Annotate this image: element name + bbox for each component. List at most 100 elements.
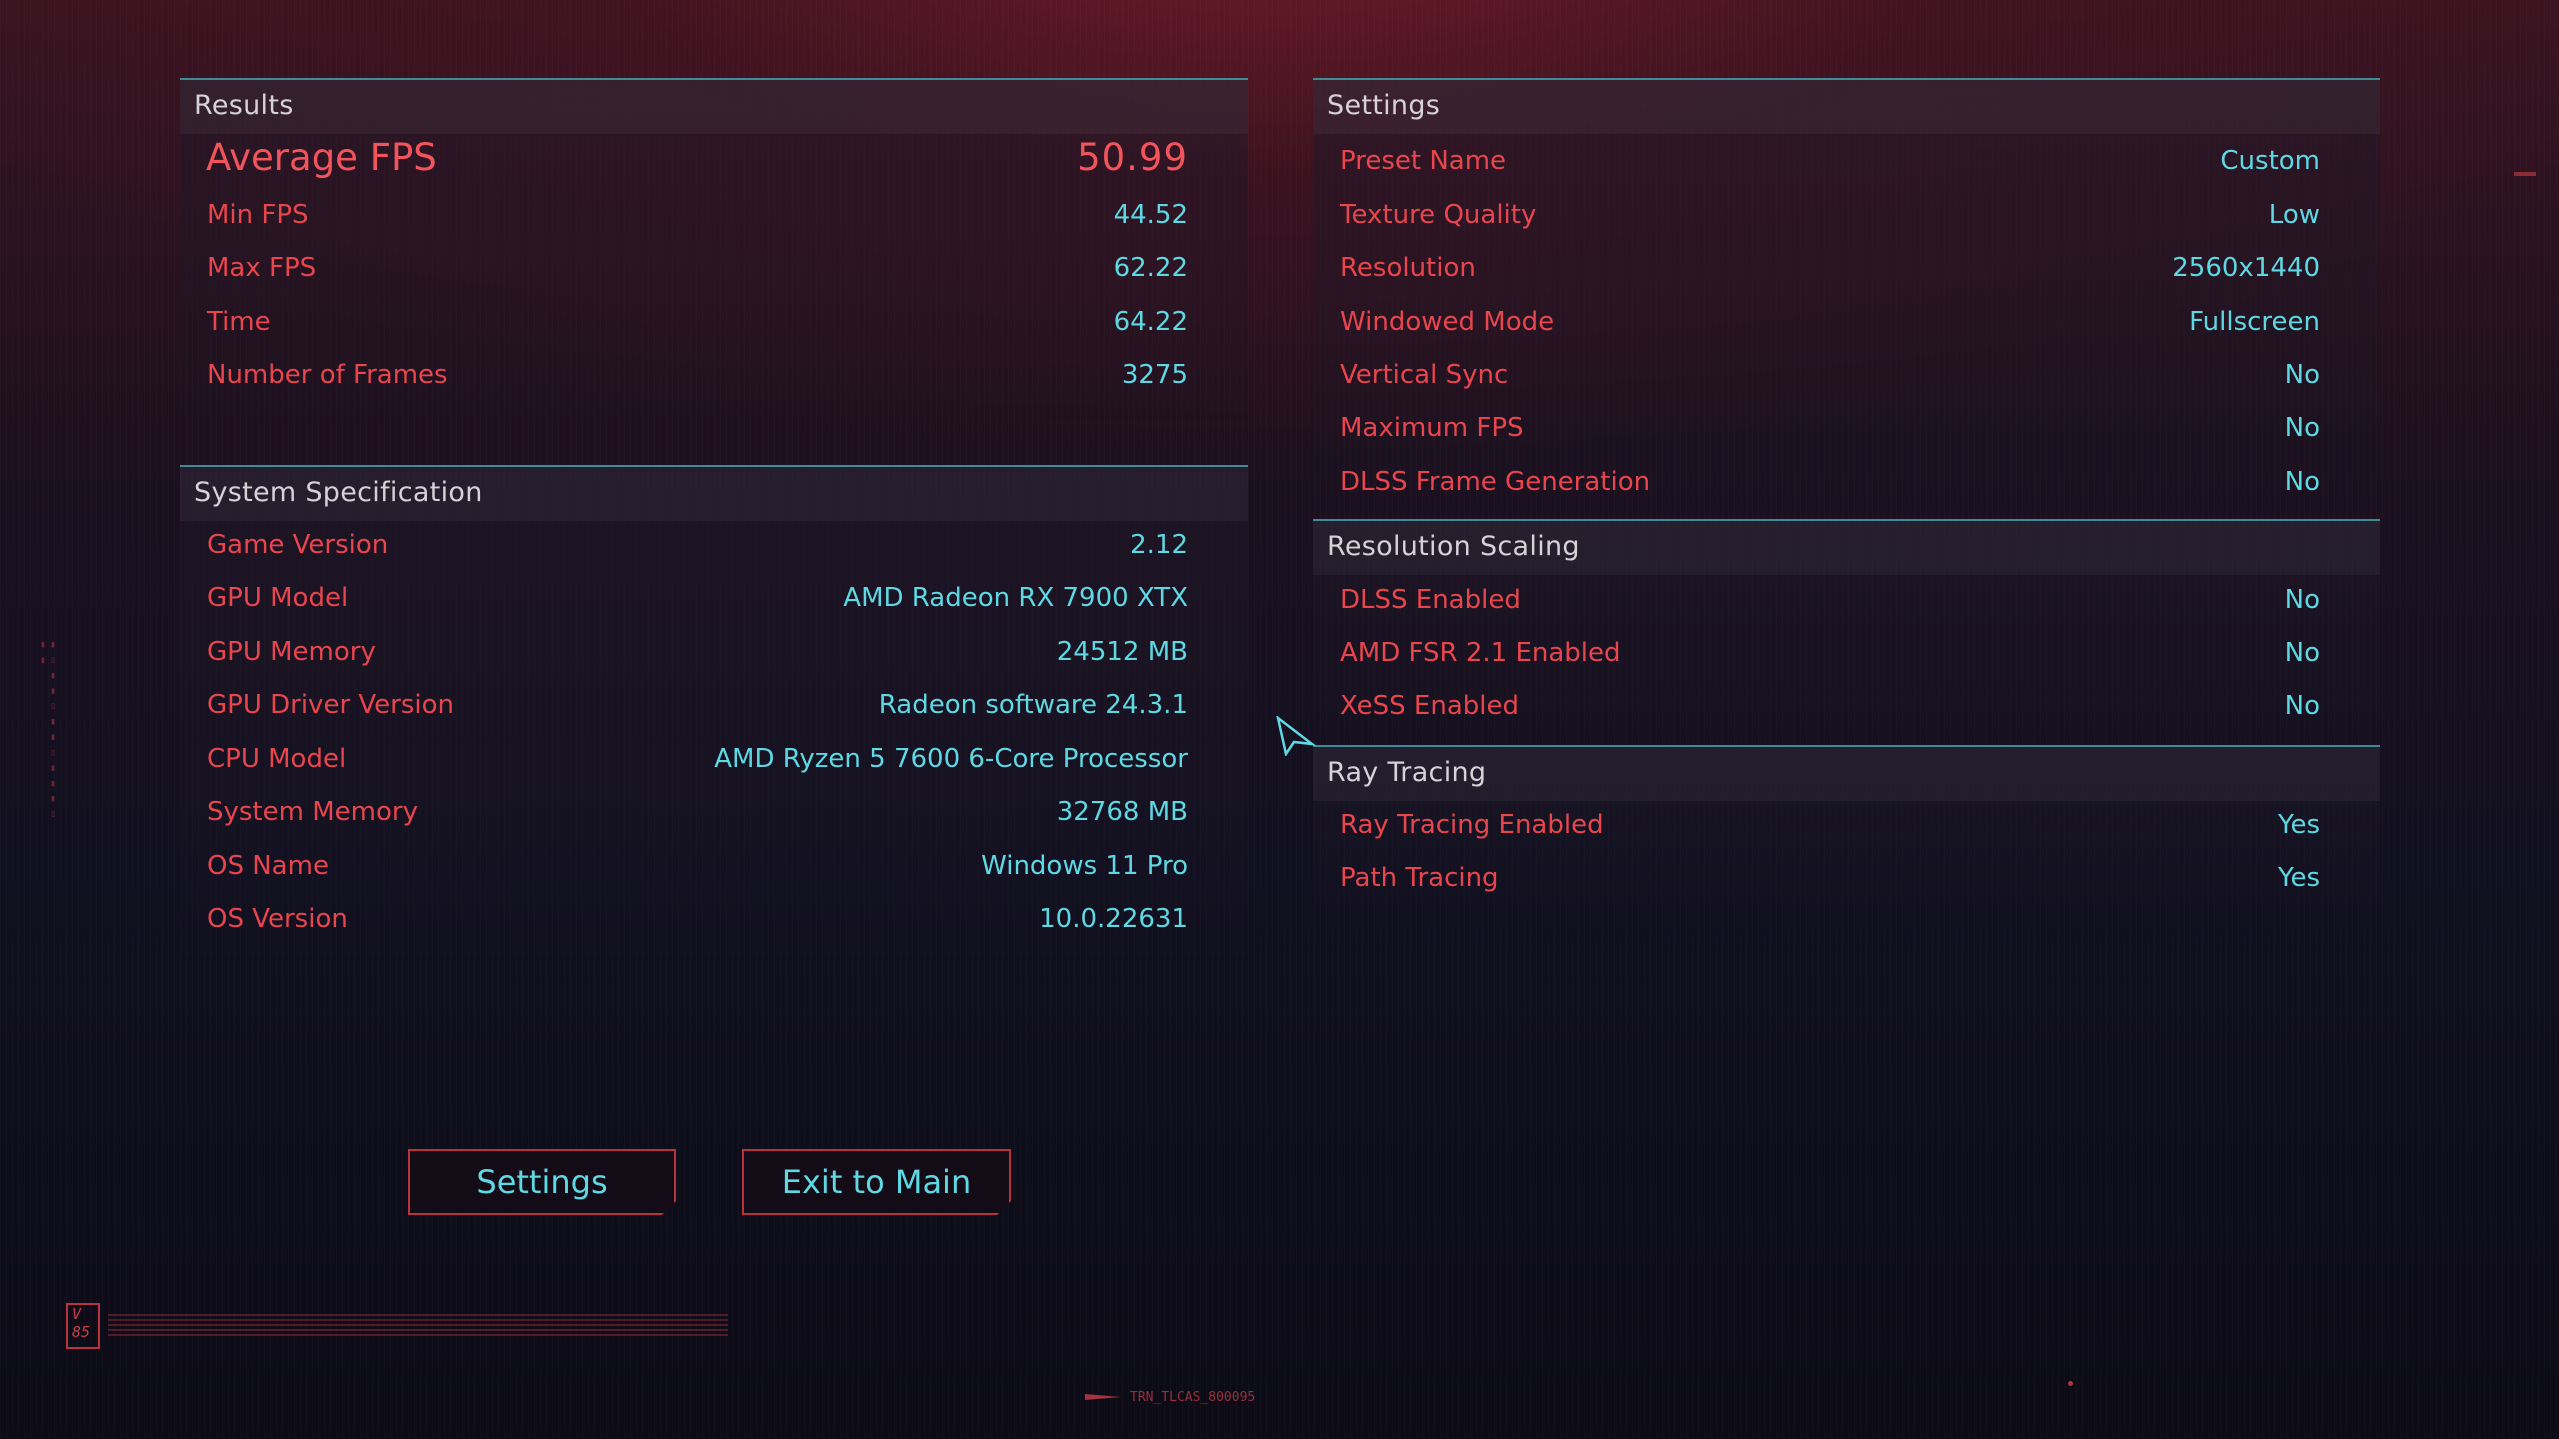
setting-label: Vertical Sync (1340, 360, 1509, 390)
setting-row-preset: Preset Name Custom (1313, 138, 2380, 188)
setting-row-dlss-framegen: DLSS Frame Generation No (1313, 459, 2380, 509)
build-tag-arrow-icon (1085, 1394, 1121, 1400)
scaling-value: No (2284, 691, 2320, 721)
decorative-dot (2068, 1381, 2073, 1386)
result-row-time: Time 64.22 (180, 299, 1248, 349)
exit-to-main-menu-button[interactable]: Exit to Main Menu (742, 1149, 1011, 1215)
spec-label: OS Name (207, 851, 329, 881)
spec-value: AMD Ryzen 5 7600 6-Core Processor (714, 744, 1188, 774)
rt-value: Yes (2278, 810, 2320, 840)
spec-row-gpu-driver: GPU Driver Version Radeon software 24.3.… (180, 682, 1248, 732)
spec-row-os-name: OS Name Windows 11 Pro (180, 843, 1248, 893)
setting-label: Preset Name (1340, 146, 1507, 176)
result-label: Time (207, 307, 271, 337)
spec-label: CPU Model (207, 744, 347, 774)
scaling-label: XeSS Enabled (1340, 691, 1519, 721)
spec-row-game-version: Game Version 2.12 (180, 522, 1248, 572)
spec-value: 24512 MB (1056, 637, 1188, 667)
ray-tracing-panel: Ray Tracing Ray Tracing Enabled Yes Path… (1313, 745, 2380, 917)
system-spec-panel: System Specification Game Version 2.12 G… (180, 465, 1248, 957)
result-value: 3275 (1121, 360, 1188, 390)
side-decoration: ▮ ▯ ▮ ▮ ▯ ▮ ▮ ▯ ▮ ▮ ▮ ▯ ▮ ▮ (38, 640, 58, 820)
setting-row-vsync: Vertical Sync No (1313, 352, 2380, 402)
setting-label: DLSS Frame Generation (1340, 467, 1651, 497)
result-label: Number of Frames (207, 360, 448, 390)
settings-panel: Settings Preset Name Custom Texture Qual… (1313, 78, 2380, 520)
setting-value: Custom (2220, 146, 2320, 176)
average-fps-label: Average FPS (206, 136, 437, 179)
spec-value: Radeon software 24.3.1 (878, 690, 1188, 720)
rt-label: Ray Tracing Enabled (1340, 810, 1604, 840)
scaling-row-dlss: DLSS Enabled No (1313, 577, 2380, 627)
corner-mark (2514, 172, 2536, 176)
setting-value: No (2284, 467, 2320, 497)
result-row-max-fps: Max FPS 62.22 (180, 245, 1248, 295)
mouse-cursor-icon (1276, 716, 1316, 756)
resolution-scaling-title: Resolution Scaling (1327, 531, 1580, 562)
spec-row-system-memory: System Memory 32768 MB (180, 789, 1248, 839)
setting-value: No (2284, 413, 2320, 443)
results-panel: Results Average FPS 50.99 Min FPS 44.52 … (180, 78, 1248, 420)
spec-value: AMD Radeon RX 7900 XTX (843, 583, 1188, 613)
result-value: 62.22 (1113, 253, 1188, 283)
results-header: Results (180, 80, 1248, 134)
setting-label: Windowed Mode (1340, 307, 1555, 337)
spec-value: 2.12 (1130, 530, 1188, 560)
setting-label: Resolution (1340, 253, 1476, 283)
settings-button[interactable]: Settings (408, 1149, 676, 1215)
spec-value: 10.0.22631 (1039, 904, 1188, 934)
build-tag: TRN_TLCAS_800095 (1130, 1390, 1255, 1405)
spec-row-gpu-memory: GPU Memory 24512 MB (180, 629, 1248, 679)
setting-row-windowed: Windowed Mode Fullscreen (1313, 299, 2380, 349)
setting-label: Maximum FPS (1340, 413, 1524, 443)
spec-row-gpu-model: GPU Model AMD Radeon RX 7900 XTX (180, 575, 1248, 625)
scaling-value: No (2284, 585, 2320, 615)
result-row-frames: Number of Frames 3275 (180, 352, 1248, 402)
fine-print-decoration (108, 1314, 728, 1338)
rt-row-enabled: Ray Tracing Enabled Yes (1313, 802, 2380, 852)
result-value: 64.22 (1113, 307, 1188, 337)
setting-row-resolution: Resolution 2560x1440 (1313, 245, 2380, 295)
result-value: 44.52 (1113, 200, 1188, 230)
rt-value: Yes (2278, 863, 2320, 893)
resolution-scaling-header: Resolution Scaling (1313, 521, 2380, 575)
spec-label: GPU Model (207, 583, 349, 613)
build-tag-text: TRN_TLCAS_800095 (1130, 1390, 1256, 1405)
spec-row-os-version: OS Version 10.0.22631 (180, 896, 1248, 946)
setting-value: No (2284, 360, 2320, 390)
spec-label: System Memory (207, 797, 418, 827)
average-fps-row: Average FPS 50.99 (180, 136, 1248, 186)
setting-label: Texture Quality (1340, 200, 1537, 230)
spec-row-cpu-model: CPU Model AMD Ryzen 5 7600 6-Core Proces… (180, 736, 1248, 786)
settings-title: Settings (1327, 90, 1441, 121)
spec-value: 32768 MB (1056, 797, 1188, 827)
spec-value: Windows 11 Pro (981, 851, 1188, 881)
rt-label: Path Tracing (1340, 863, 1499, 893)
scaling-value: No (2284, 638, 2320, 668)
spec-label: OS Version (207, 904, 348, 934)
system-spec-header: System Specification (180, 467, 1248, 521)
setting-value: Low (2268, 200, 2320, 230)
resolution-scaling-panel: Resolution Scaling DLSS Enabled No AMD F… (1313, 519, 2380, 746)
average-fps-value: 50.99 (1077, 136, 1188, 179)
version-badge: V 85 (66, 1303, 100, 1349)
result-row-min-fps: Min FPS 44.52 (180, 192, 1248, 242)
spec-label: GPU Driver Version (207, 690, 454, 720)
rt-row-path-tracing: Path Tracing Yes (1313, 855, 2380, 905)
ray-tracing-title: Ray Tracing (1327, 757, 1487, 788)
spec-label: Game Version (207, 530, 389, 560)
result-label: Min FPS (207, 200, 309, 230)
setting-value: Fullscreen (2189, 307, 2320, 337)
system-spec-title: System Specification (194, 477, 483, 508)
setting-row-texture: Texture Quality Low (1313, 192, 2380, 242)
result-label: Max FPS (207, 253, 317, 283)
ray-tracing-header: Ray Tracing (1313, 747, 2380, 801)
scaling-row-fsr: AMD FSR 2.1 Enabled No (1313, 630, 2380, 680)
setting-value: 2560x1440 (2172, 253, 2320, 283)
spec-label: GPU Memory (207, 637, 376, 667)
settings-header: Settings (1313, 80, 2380, 134)
scaling-label: DLSS Enabled (1340, 585, 1521, 615)
scaling-row-xess: XeSS Enabled No (1313, 683, 2380, 733)
setting-row-max-fps: Maximum FPS No (1313, 405, 2380, 455)
scaling-label: AMD FSR 2.1 Enabled (1340, 638, 1621, 668)
